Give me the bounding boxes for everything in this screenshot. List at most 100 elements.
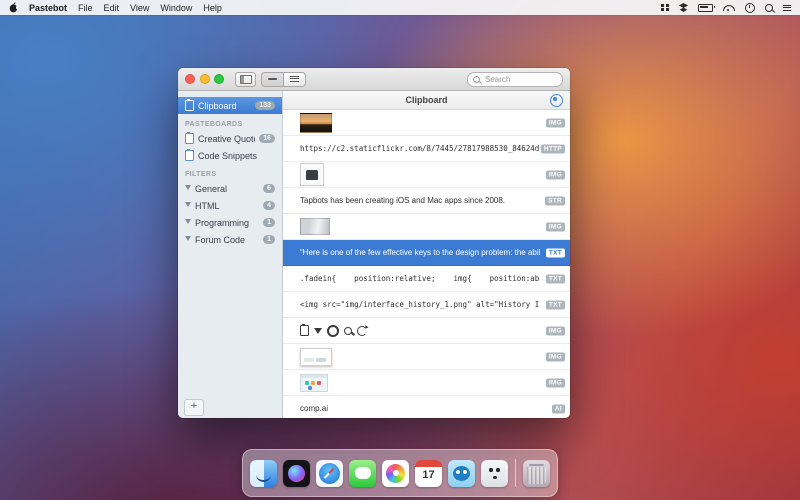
clipboard-item[interactable]: comp.aiAI (283, 396, 570, 418)
close-button[interactable] (185, 74, 195, 84)
sidebar-item-creative-quotes[interactable]: Creative Quotes16 (178, 130, 282, 147)
add-pasteboard-button[interactable]: + (184, 399, 204, 416)
clipboard-list: IMG https://c2.staticflickr.com/8/7445/27… (283, 110, 570, 418)
clipboard-item[interactable]: IMG (283, 110, 570, 136)
icons-thumbnail (300, 325, 367, 337)
spotlight-icon[interactable] (765, 4, 773, 12)
dock-calendar-icon[interactable]: 17 (415, 460, 442, 487)
dock-pastebot-icon[interactable] (481, 460, 508, 487)
sidebar-item-general[interactable]: General 6 (178, 180, 282, 197)
search-input[interactable] (483, 74, 557, 85)
sidebar-bottom-bar: + (178, 396, 282, 418)
sidebar-toggle-button[interactable] (235, 72, 256, 87)
sidebar-item-label: HTML (195, 201, 220, 211)
minimize-button[interactable] (200, 74, 210, 84)
count-badge: 1 (263, 218, 275, 227)
clipboard-item[interactable]: https://c2.staticflickr.com/8/7445/27817… (283, 136, 570, 162)
clipboard-item[interactable]: Tapbots has been creating iOS and Mac ap… (283, 188, 570, 214)
menu-help[interactable]: Help (203, 3, 222, 13)
type-badge: TXT (546, 248, 565, 257)
clipboard-item[interactable]: <img src="img/interface_history_1.png" a… (283, 292, 570, 318)
dock-tweetbot-icon[interactable] (448, 460, 475, 487)
sidebar: Clipboard 133 PASTEBOARDSCreative Quotes… (178, 91, 283, 418)
list-icon (290, 76, 299, 83)
sidebar-item-label: General (195, 184, 227, 194)
dock-safari-icon[interactable] (316, 460, 343, 487)
clock-icon[interactable] (745, 3, 755, 13)
apple-menu-icon[interactable] (9, 2, 18, 13)
type-badge: IMG (546, 378, 565, 387)
sync-button[interactable] (550, 94, 563, 107)
battery-icon[interactable] (698, 4, 713, 12)
refresh-icon (357, 326, 367, 336)
wifi-icon[interactable] (723, 5, 735, 11)
sidebar-toggle-icon (240, 75, 252, 84)
clipboard-item[interactable]: IMG (283, 370, 570, 396)
pastebot-window: Clipboard 133 PASTEBOARDSCreative Quotes… (178, 68, 570, 418)
content-title: Clipboard (406, 95, 448, 105)
app-screenshot-thumbnail (300, 374, 328, 392)
filter-funnel-icon (185, 236, 191, 241)
clipboard-item[interactable]: IMG (283, 344, 570, 370)
count-badge: 16 (259, 134, 275, 143)
sidebar-item-clipboard[interactable]: Clipboard 133 (178, 97, 282, 114)
paste-queue-view-button[interactable] (262, 73, 283, 86)
count-badge: 4 (263, 201, 275, 210)
windows-grid-icon[interactable] (661, 4, 669, 12)
dock-finder-icon[interactable] (250, 460, 277, 487)
type-badge: TXT (546, 274, 565, 283)
dock-photos-icon[interactable] (382, 460, 409, 487)
window-body: Clipboard 133 PASTEBOARDSCreative Quotes… (178, 91, 570, 418)
dock-messages-icon[interactable] (349, 460, 376, 487)
sidebar-section-header-filters: FILTERS (178, 164, 282, 180)
dock-siri-icon[interactable] (283, 460, 310, 487)
sidebar-item-html[interactable]: HTML 4 (178, 197, 282, 214)
clipboard-item[interactable]: IMG (283, 214, 570, 240)
menu-file[interactable]: File (78, 3, 93, 13)
dropbox-icon[interactable] (679, 3, 688, 12)
dash-icon (268, 78, 277, 80)
list-view-button[interactable] (283, 73, 305, 86)
type-badge: HTTP (541, 144, 565, 153)
notification-center-icon[interactable] (783, 4, 791, 12)
menu-view[interactable]: View (130, 3, 149, 13)
title-bar[interactable] (178, 68, 570, 91)
clipboard-item[interactable]: IMG (283, 318, 570, 344)
dock-trash-icon[interactable] (523, 460, 550, 487)
app-menu-title[interactable]: Pastebot (29, 3, 67, 13)
clip-item-text: <img src="img/interface_history_1.png" a… (300, 300, 540, 309)
status-icons (661, 3, 791, 13)
type-badge: AI (552, 404, 565, 413)
type-badge: IMG (546, 326, 565, 335)
magnifier-icon (344, 327, 352, 335)
type-badge: TXT (546, 300, 565, 309)
clip-item-text: “Here is one of the few effective keys t… (300, 248, 540, 257)
sidebar-item-programming[interactable]: Programming 1 (178, 214, 282, 231)
sidebar-item-code-snippets[interactable]: Code Snippets (178, 147, 282, 164)
menu-window[interactable]: Window (160, 3, 192, 13)
gear-icon (327, 325, 339, 337)
clipboard-item[interactable]: “Here is one of the few effective keys t… (283, 240, 570, 266)
zoom-button[interactable] (214, 74, 224, 84)
menu-edit[interactable]: Edit (104, 3, 120, 13)
traffic-lights (185, 74, 224, 84)
type-badge: IMG (546, 170, 565, 179)
sidebar-item-forum-code[interactable]: Forum Code1 (178, 231, 282, 248)
clipboard-item[interactable]: IMG (283, 162, 570, 188)
sidebar-item-label: Code Snippets (198, 151, 257, 161)
sidebar-section-header-pasteboards: PASTEBOARDS (178, 114, 282, 130)
clipboard-item[interactable]: .fadein{ position:relative; img{ positio… (283, 266, 570, 292)
count-badge: 6 (263, 184, 275, 193)
pasteboard-icon (185, 150, 194, 161)
clip-item-text: https://c2.staticflickr.com/8/7445/27817… (300, 144, 540, 153)
pasteboard-icon (185, 133, 194, 144)
menu-left: Pastebot File Edit View Window Help (9, 2, 222, 13)
dock-divider (515, 459, 516, 487)
type-badge: IMG (546, 222, 565, 231)
filter-icon (314, 328, 322, 334)
calendar-date: 17 (415, 469, 442, 481)
type-badge: STR (545, 196, 565, 205)
search-field[interactable] (467, 72, 563, 87)
sidebar-item-label: Programming (195, 218, 249, 228)
dock-icons: 17 (250, 459, 550, 487)
